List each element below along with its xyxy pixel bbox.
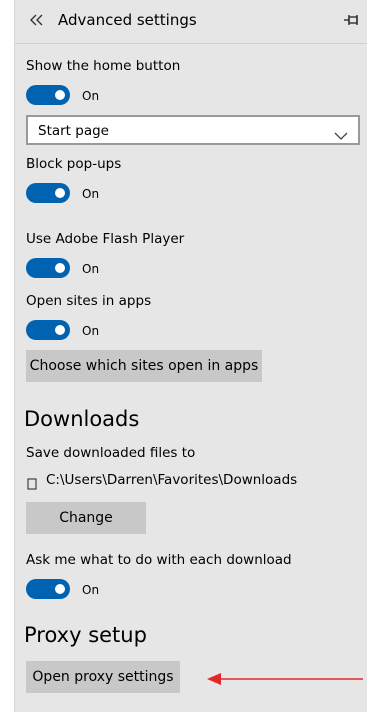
toggle-knob: [55, 90, 65, 100]
popups-toggle[interactable]: [26, 183, 70, 203]
panel-title: Advanced settings: [58, 11, 197, 29]
ask-download-toggle[interactable]: [26, 579, 70, 599]
panel-header: Advanced settings: [15, 0, 367, 44]
toggle-knob: [55, 325, 65, 335]
double-chevron-left-icon[interactable]: [27, 10, 47, 30]
home-button-toggle-state: On: [82, 89, 100, 103]
left-content-strip: [0, 0, 15, 712]
popups-toggle-state: On: [82, 187, 100, 201]
apps-toggle-state: On: [82, 324, 100, 338]
home-button-label: Show the home button: [26, 58, 181, 74]
toggle-knob: [55, 584, 65, 594]
choose-apps-button[interactable]: Choose which sites open in apps: [26, 350, 262, 382]
proxy-heading: Proxy setup: [24, 623, 147, 647]
toggle-knob: [55, 188, 65, 198]
folder-icon: [27, 475, 37, 490]
toggle-knob: [55, 263, 65, 273]
advanced-settings-panel: Advanced settings Show the home button O…: [15, 0, 367, 712]
popups-label: Block pop-ups: [26, 156, 122, 172]
flash-label: Use Adobe Flash Player: [26, 231, 185, 247]
flash-toggle[interactable]: [26, 258, 70, 278]
home-button-toggle[interactable]: [26, 85, 70, 105]
ask-download-toggle-state: On: [82, 583, 100, 597]
home-page-select[interactable]: Start page: [26, 115, 360, 145]
flash-toggle-state: On: [82, 262, 100, 276]
open-proxy-settings-button[interactable]: Open proxy settings: [26, 661, 180, 693]
ask-download-label: Ask me what to do with each download: [26, 552, 292, 568]
downloads-heading: Downloads: [24, 407, 140, 431]
apps-toggle[interactable]: [26, 320, 70, 340]
apps-label: Open sites in apps: [26, 293, 152, 309]
download-path: C:\Users\Darren\Favorites\Downloads: [46, 472, 298, 488]
home-page-select-value: Start page: [38, 123, 109, 139]
pin-icon[interactable]: [343, 12, 361, 28]
change-location-button[interactable]: Change: [26, 502, 146, 534]
annotation-arrow: [205, 669, 365, 689]
save-location-label: Save downloaded files to: [26, 445, 196, 461]
chevron-down-icon: [334, 126, 348, 140]
